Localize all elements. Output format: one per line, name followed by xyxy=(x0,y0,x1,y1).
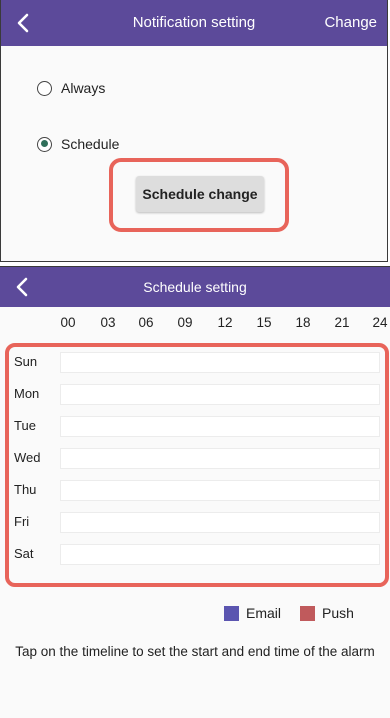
schedule-row-thu: Thu xyxy=(14,477,384,503)
schedule-row-fri: Fri xyxy=(14,509,384,535)
day-label: Sun xyxy=(14,354,38,369)
hour-label: 12 xyxy=(217,315,233,330)
back-button[interactable] xyxy=(8,273,36,301)
schedule-row-sat: Sat xyxy=(14,541,384,567)
hour-label: 24 xyxy=(372,315,388,330)
push-swatch xyxy=(300,605,315,621)
timeline-wed[interactable] xyxy=(60,448,380,469)
legend-push: Push xyxy=(300,605,354,621)
timeline-sat[interactable] xyxy=(60,544,380,565)
legend-label: Email xyxy=(246,605,282,621)
option-label: Always xyxy=(61,80,106,96)
option-label: Schedule xyxy=(61,136,120,152)
legend-email: Email xyxy=(224,605,281,621)
instruction-text: Tap on the timeline to set the start and… xyxy=(15,644,375,659)
radio-schedule[interactable] xyxy=(37,136,52,152)
hour-label: 21 xyxy=(334,315,350,330)
page-title: Schedule setting xyxy=(143,279,247,295)
hour-label: 15 xyxy=(256,315,272,330)
back-arrow-icon xyxy=(17,13,29,33)
timeline-mon[interactable] xyxy=(60,384,380,405)
app-header: Notification setting Change xyxy=(1,0,387,46)
change-button[interactable]: Change xyxy=(324,0,377,46)
hour-label: 03 xyxy=(100,315,116,330)
option-schedule[interactable]: Schedule xyxy=(37,136,119,152)
option-always[interactable]: Always xyxy=(37,80,105,96)
schedule-change-button[interactable]: Schedule change xyxy=(136,176,264,212)
schedule-row-tue: Tue xyxy=(14,413,384,439)
hour-label: 06 xyxy=(138,315,154,330)
day-label: Mon xyxy=(14,386,40,401)
hour-axis: 00 03 06 09 12 15 18 21 24 xyxy=(0,315,390,335)
day-label: Tue xyxy=(14,418,36,433)
app-header: Schedule setting xyxy=(0,267,390,307)
radio-always[interactable] xyxy=(37,80,52,96)
schedule-setting-screen: Schedule setting 00 03 06 09 12 15 18 21… xyxy=(0,266,390,718)
back-arrow-icon xyxy=(16,277,28,297)
day-label: Wed xyxy=(14,450,41,465)
hour-label: 00 xyxy=(60,315,76,330)
timeline-thu[interactable] xyxy=(60,480,380,501)
schedule-row-sun: Sun xyxy=(14,349,384,375)
notification-setting-screen: Notification setting Change Always Sched… xyxy=(0,0,388,262)
hour-label: 18 xyxy=(295,315,311,330)
day-label: Fri xyxy=(14,514,30,529)
day-label: Thu xyxy=(14,482,37,497)
schedule-row-wed: Wed xyxy=(14,445,384,471)
legend-label: Push xyxy=(322,605,354,621)
timeline-tue[interactable] xyxy=(60,416,380,437)
schedule-row-mon: Mon xyxy=(14,381,384,407)
day-label: Sat xyxy=(14,546,34,561)
timeline-fri[interactable] xyxy=(60,512,380,533)
hour-label: 09 xyxy=(177,315,193,330)
timeline-sun[interactable] xyxy=(60,352,380,373)
email-swatch xyxy=(224,605,239,621)
back-button[interactable] xyxy=(9,9,37,37)
